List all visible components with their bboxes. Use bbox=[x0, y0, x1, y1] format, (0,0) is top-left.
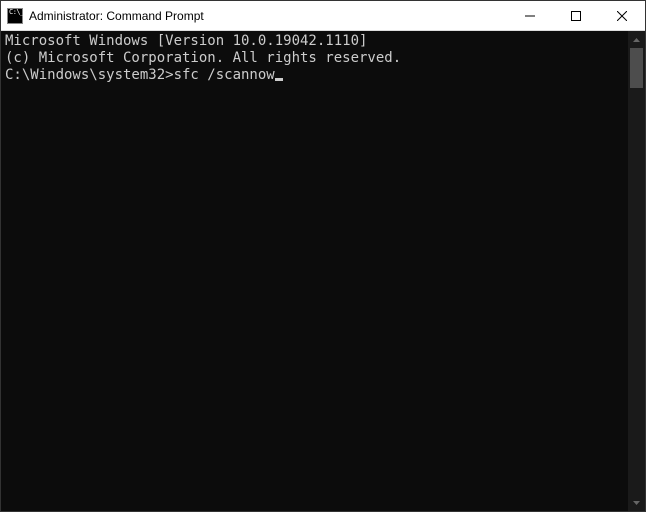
command-prompt-window: Administrator: Command Prompt Microsoft … bbox=[0, 0, 646, 512]
scroll-track[interactable] bbox=[628, 48, 645, 494]
cursor bbox=[275, 78, 283, 81]
vertical-scrollbar[interactable] bbox=[628, 31, 645, 511]
scroll-down-button[interactable] bbox=[628, 494, 645, 511]
titlebar[interactable]: Administrator: Command Prompt bbox=[1, 1, 645, 31]
maximize-icon bbox=[571, 11, 581, 21]
client-area: Microsoft Windows [Version 10.0.19042.11… bbox=[1, 31, 645, 511]
minimize-button[interactable] bbox=[507, 1, 553, 30]
terminal-output[interactable]: Microsoft Windows [Version 10.0.19042.11… bbox=[1, 31, 628, 511]
close-icon bbox=[617, 11, 627, 21]
chevron-up-icon bbox=[633, 38, 640, 42]
terminal-prompt-line: C:\Windows\system32>sfc /scannow bbox=[5, 67, 628, 84]
terminal-command: sfc /scannow bbox=[174, 67, 275, 83]
scroll-up-button[interactable] bbox=[628, 31, 645, 48]
window-title: Administrator: Command Prompt bbox=[29, 9, 507, 23]
titlebar-buttons bbox=[507, 1, 645, 30]
app-icon bbox=[7, 8, 23, 24]
terminal-prompt: C:\Windows\system32> bbox=[5, 67, 174, 83]
scroll-thumb[interactable] bbox=[630, 48, 643, 88]
terminal-line: Microsoft Windows [Version 10.0.19042.11… bbox=[5, 33, 628, 50]
minimize-icon bbox=[525, 11, 535, 21]
close-button[interactable] bbox=[599, 1, 645, 30]
maximize-button[interactable] bbox=[553, 1, 599, 30]
terminal-line: (c) Microsoft Corporation. All rights re… bbox=[5, 50, 628, 67]
chevron-down-icon bbox=[633, 501, 640, 505]
